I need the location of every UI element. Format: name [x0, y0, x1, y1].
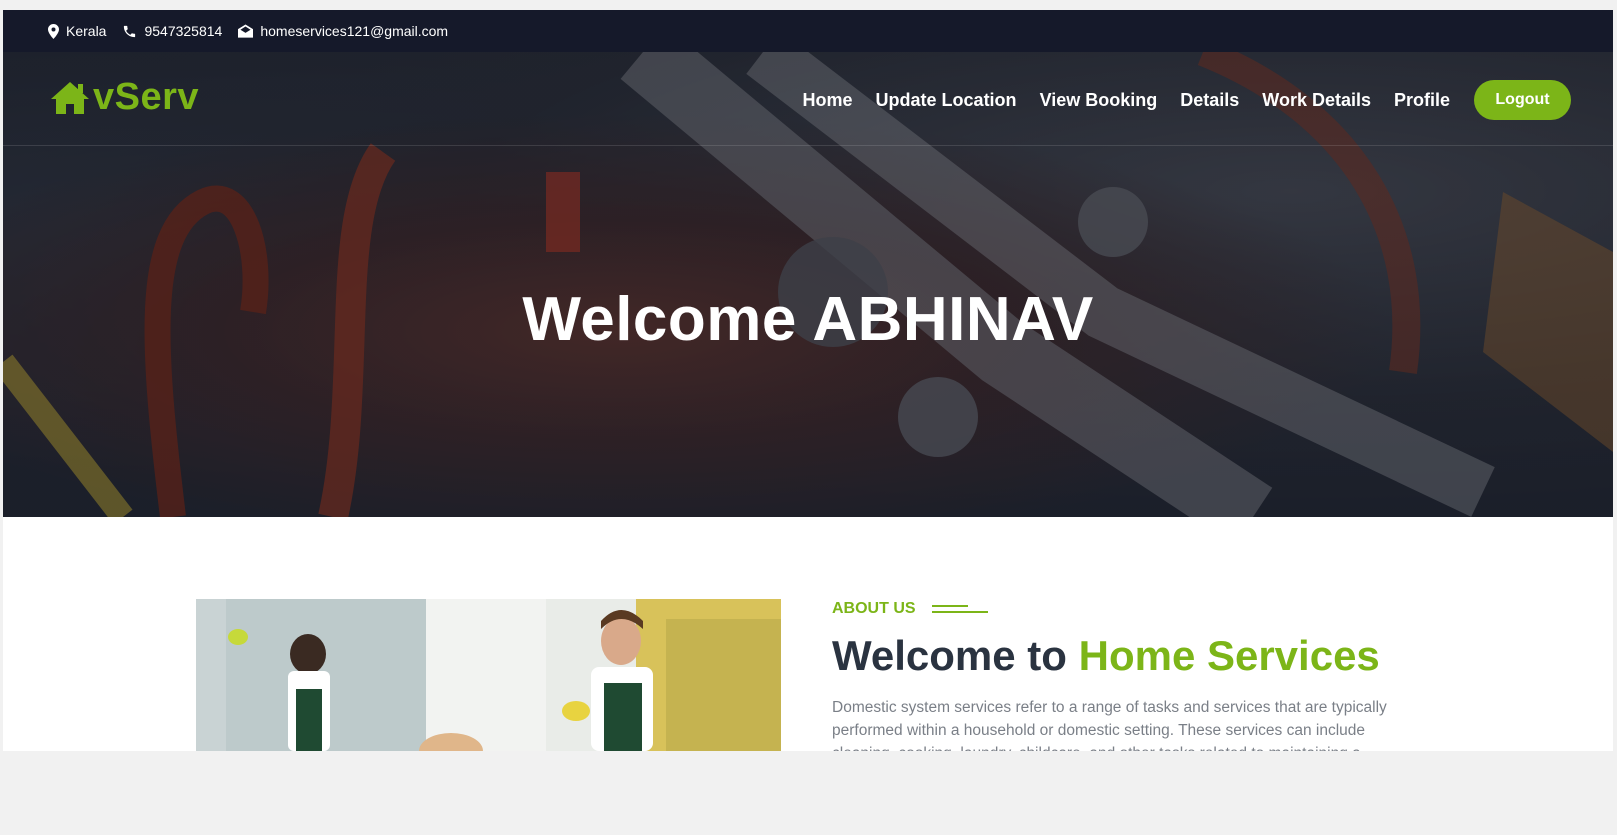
- logout-button[interactable]: Logout: [1474, 80, 1571, 120]
- nav-work-details[interactable]: Work Details: [1262, 90, 1371, 111]
- label-decoration: [931, 604, 988, 614]
- logo-text: vServ: [93, 76, 200, 118]
- phone-text: 9547325814: [144, 23, 223, 39]
- page-frame: Kerala 9547325814 homeservices121@gmail.…: [3, 10, 1613, 751]
- email-info[interactable]: homeservices121@gmail.com: [238, 23, 448, 39]
- location-text: Kerala: [66, 23, 107, 39]
- location-info: Kerala: [48, 23, 106, 39]
- heading-prefix: Welcome to: [832, 632, 1067, 679]
- nav-menu: Home Update Location View Booking Detail…: [780, 80, 1571, 120]
- about-heading: Welcome to Home Services: [832, 632, 1380, 680]
- heading-accent: Home Services: [1078, 632, 1380, 679]
- nav-profile[interactable]: Profile: [1394, 90, 1450, 111]
- top-info-bar: Kerala 9547325814 homeservices121@gmail.…: [3, 10, 1613, 52]
- about-us-label: ABOUT US: [832, 600, 988, 618]
- envelope-icon: [238, 24, 254, 38]
- nav-home[interactable]: Home: [803, 90, 853, 111]
- vserv-logo[interactable]: vServ: [49, 76, 199, 119]
- main-navbar: vServ Home Update Location View Booking …: [3, 52, 1613, 146]
- welcome-heading: Welcome ABHINAV: [522, 285, 1094, 354]
- about-description: Domestic system services refer to a rang…: [832, 699, 1387, 751]
- hero-section: vServ Home Update Location View Booking …: [3, 52, 1613, 517]
- phone-info[interactable]: 9547325814: [122, 23, 222, 39]
- about-us-text: ABOUT US: [832, 600, 916, 617]
- cleaners-photo: [196, 599, 781, 751]
- email-text: homeservices121@gmail.com: [260, 23, 449, 39]
- nav-update-location[interactable]: Update Location: [876, 90, 1017, 111]
- map-pin-icon: [48, 23, 59, 39]
- house-icon: [51, 81, 89, 114]
- phone-icon: [124, 25, 136, 37]
- nav-details[interactable]: Details: [1180, 90, 1239, 111]
- nav-view-booking[interactable]: View Booking: [1040, 90, 1158, 111]
